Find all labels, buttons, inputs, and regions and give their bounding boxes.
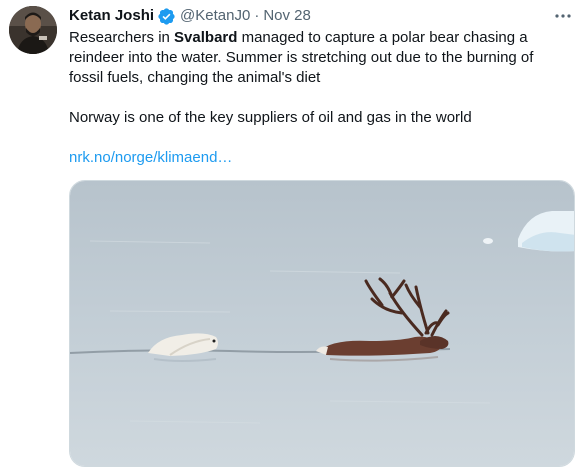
tweet-paragraph-2: Norway is one of the key suppliers of oi… bbox=[69, 109, 472, 126]
author-handle[interactable]: @KetanJ0 bbox=[180, 6, 250, 26]
tweet-paragraph-1: Researchers in Svalbard managed to captu… bbox=[69, 28, 564, 88]
avatar[interactable] bbox=[9, 6, 57, 54]
separator-dot: · bbox=[254, 7, 260, 24]
tweet[interactable]: Ketan Joshi @KetanJ0 · Nov 28 Researcher… bbox=[0, 0, 585, 472]
author-name[interactable]: Ketan Joshi bbox=[69, 6, 154, 26]
tweet-date[interactable]: Nov 28 bbox=[263, 6, 311, 26]
tweet-link[interactable]: nrk.no/norge/klimaend… bbox=[69, 149, 232, 166]
tweet-text: Researchers in Svalbard managed to captu… bbox=[69, 28, 564, 168]
photo-polar-bear-reindeer bbox=[70, 181, 574, 466]
bold-location: Svalbard bbox=[174, 29, 238, 46]
tweet-photo[interactable] bbox=[69, 180, 575, 467]
more-dots-icon[interactable] bbox=[551, 6, 575, 26]
verified-badge-icon bbox=[157, 7, 176, 26]
text-before-bold: Researchers in bbox=[69, 29, 175, 46]
avatar-image bbox=[9, 6, 57, 54]
tweet-header: Ketan Joshi @KetanJ0 · Nov 28 bbox=[69, 5, 311, 27]
